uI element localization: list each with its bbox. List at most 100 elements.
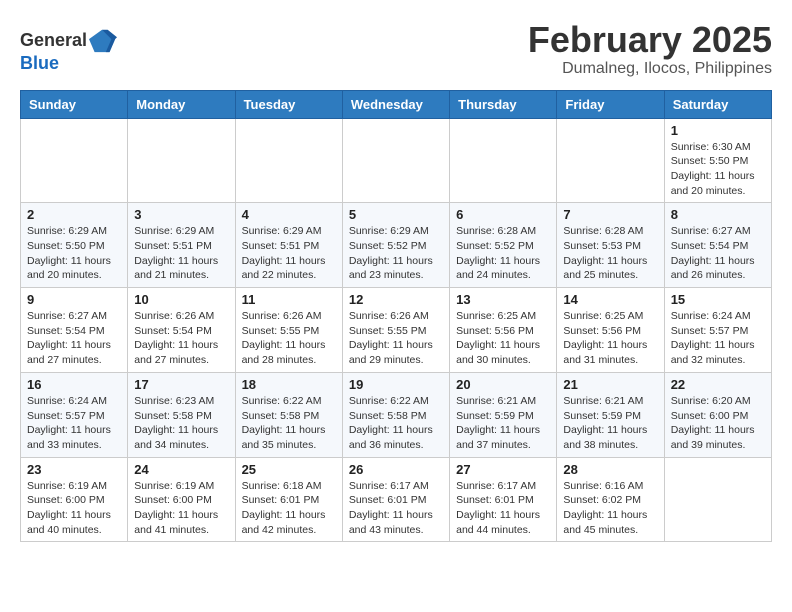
calendar-cell: 19 Sunrise: 6:22 AM Sunset: 5:58 PM Dayli… [342,372,449,457]
day-info: Sunrise: 6:26 AM Sunset: 5:55 PM Dayligh… [242,309,336,368]
day-info: Sunrise: 6:22 AM Sunset: 5:58 PM Dayligh… [349,394,443,453]
calendar-cell: 22 Sunrise: 6:20 AM Sunset: 6:00 PM Dayli… [664,372,771,457]
weekday-header-row: SundayMondayTuesdayWednesdayThursdayFrid… [21,90,772,118]
day-number: 27 [456,462,550,477]
calendar-cell: 9 Sunrise: 6:27 AM Sunset: 5:54 PM Daylig… [21,288,128,373]
calendar-cell: 20Sunrise: 6:21 AM Sunset: 5:59 PM Dayli… [450,372,557,457]
calendar-cell: 6 Sunrise: 6:28 AM Sunset: 5:52 PM Daylig… [450,203,557,288]
calendar-cell: 8 Sunrise: 6:27 AM Sunset: 5:54 PM Daylig… [664,203,771,288]
logo-blue: Blue [20,53,59,73]
day-number: 2 [27,207,121,222]
day-number: 15 [671,292,765,307]
day-number: 7 [563,207,657,222]
day-number: 5 [349,207,443,222]
location-title: Dumalneg, Ilocos, Philippines [528,60,772,78]
day-number: 26 [349,462,443,477]
day-number: 16 [27,377,121,392]
day-number: 17 [134,377,228,392]
day-info: Sunrise: 6:29 AM Sunset: 5:50 PM Dayligh… [27,224,121,283]
title-area: February 2025 Dumalneg, Ilocos, Philippi… [528,20,772,78]
day-number: 21 [563,377,657,392]
calendar-cell: 4Sunrise: 6:29 AM Sunset: 5:51 PM Daylig… [235,203,342,288]
day-number: 3 [134,207,228,222]
day-number: 24 [134,462,228,477]
day-info: Sunrise: 6:24 AM Sunset: 5:57 PM Dayligh… [27,394,121,453]
calendar-cell: 28 Sunrise: 6:16 AM Sunset: 6:02 PM Dayli… [557,457,664,542]
day-number: 19 [349,377,443,392]
calendar-cell: 2 Sunrise: 6:29 AM Sunset: 5:50 PM Daylig… [21,203,128,288]
calendar-cell: 24 Sunrise: 6:19 AM Sunset: 6:00 PM Dayli… [128,457,235,542]
week-row-1: 2 Sunrise: 6:29 AM Sunset: 5:50 PM Daylig… [21,203,772,288]
week-row-2: 9 Sunrise: 6:27 AM Sunset: 5:54 PM Daylig… [21,288,772,373]
day-info: Sunrise: 6:28 AM Sunset: 5:53 PM Dayligh… [563,224,657,283]
day-number: 28 [563,462,657,477]
calendar-cell: 1 Sunrise: 6:30 AM Sunset: 5:50 PM Daylig… [664,118,771,203]
logo-icon [89,26,117,54]
day-info: Sunrise: 6:17 AM Sunset: 6:01 PM Dayligh… [349,479,443,538]
weekday-header-tuesday: Tuesday [235,90,342,118]
day-number: 12 [349,292,443,307]
calendar-cell: 10Sunrise: 6:26 AM Sunset: 5:54 PM Dayli… [128,288,235,373]
logo: General Blue [20,26,117,74]
calendar-cell [450,118,557,203]
weekday-header-saturday: Saturday [664,90,771,118]
day-number: 14 [563,292,657,307]
calendar-cell: 27 Sunrise: 6:17 AM Sunset: 6:01 PM Dayli… [450,457,557,542]
day-info: Sunrise: 6:19 AM Sunset: 6:00 PM Dayligh… [134,479,228,538]
day-info: Sunrise: 6:28 AM Sunset: 5:52 PM Dayligh… [456,224,550,283]
day-info: Sunrise: 6:27 AM Sunset: 5:54 PM Dayligh… [27,309,121,368]
day-info: Sunrise: 6:27 AM Sunset: 5:54 PM Dayligh… [671,224,765,283]
calendar-cell [128,118,235,203]
day-number: 18 [242,377,336,392]
day-info: Sunrise: 6:19 AM Sunset: 6:00 PM Dayligh… [27,479,121,538]
day-number: 9 [27,292,121,307]
day-number: 6 [456,207,550,222]
calendar-cell: 5 Sunrise: 6:29 AM Sunset: 5:52 PM Daylig… [342,203,449,288]
header: General Blue February 2025 Dumalneg, Ilo… [20,20,772,78]
day-info: Sunrise: 6:25 AM Sunset: 5:56 PM Dayligh… [456,309,550,368]
weekday-header-monday: Monday [128,90,235,118]
calendar-cell: 11Sunrise: 6:26 AM Sunset: 5:55 PM Dayli… [235,288,342,373]
calendar-cell: 21Sunrise: 6:21 AM Sunset: 5:59 PM Dayli… [557,372,664,457]
calendar-cell: 26 Sunrise: 6:17 AM Sunset: 6:01 PM Dayli… [342,457,449,542]
day-info: Sunrise: 6:29 AM Sunset: 5:52 PM Dayligh… [349,224,443,283]
day-number: 8 [671,207,765,222]
calendar-cell: 7 Sunrise: 6:28 AM Sunset: 5:53 PM Daylig… [557,203,664,288]
weekday-header-thursday: Thursday [450,90,557,118]
calendar-cell: 13Sunrise: 6:25 AM Sunset: 5:56 PM Dayli… [450,288,557,373]
calendar-cell: 25Sunrise: 6:18 AM Sunset: 6:01 PM Dayli… [235,457,342,542]
calendar-cell: 15 Sunrise: 6:24 AM Sunset: 5:57 PM Dayli… [664,288,771,373]
day-info: Sunrise: 6:16 AM Sunset: 6:02 PM Dayligh… [563,479,657,538]
week-row-4: 23 Sunrise: 6:19 AM Sunset: 6:00 PM Dayli… [21,457,772,542]
calendar-cell: 18Sunrise: 6:22 AM Sunset: 5:58 PM Dayli… [235,372,342,457]
day-info: Sunrise: 6:23 AM Sunset: 5:58 PM Dayligh… [134,394,228,453]
weekday-header-friday: Friday [557,90,664,118]
day-info: Sunrise: 6:18 AM Sunset: 6:01 PM Dayligh… [242,479,336,538]
calendar-body: 1 Sunrise: 6:30 AM Sunset: 5:50 PM Daylig… [21,118,772,542]
calendar-table: SundayMondayTuesdayWednesdayThursdayFrid… [20,90,772,543]
day-info: Sunrise: 6:21 AM Sunset: 5:59 PM Dayligh… [456,394,550,453]
weekday-header-sunday: Sunday [21,90,128,118]
day-number: 23 [27,462,121,477]
day-info: Sunrise: 6:17 AM Sunset: 6:01 PM Dayligh… [456,479,550,538]
calendar-cell: 23 Sunrise: 6:19 AM Sunset: 6:00 PM Dayli… [21,457,128,542]
calendar-cell: 16 Sunrise: 6:24 AM Sunset: 5:57 PM Dayli… [21,372,128,457]
day-info: Sunrise: 6:26 AM Sunset: 5:54 PM Dayligh… [134,309,228,368]
day-info: Sunrise: 6:25 AM Sunset: 5:56 PM Dayligh… [563,309,657,368]
day-number: 1 [671,123,765,138]
day-info: Sunrise: 6:26 AM Sunset: 5:55 PM Dayligh… [349,309,443,368]
calendar-cell: 17 Sunrise: 6:23 AM Sunset: 5:58 PM Dayli… [128,372,235,457]
calendar-cell [21,118,128,203]
day-number: 22 [671,377,765,392]
calendar-cell [342,118,449,203]
day-info: Sunrise: 6:24 AM Sunset: 5:57 PM Dayligh… [671,309,765,368]
calendar-cell [664,457,771,542]
calendar-cell: 12 Sunrise: 6:26 AM Sunset: 5:55 PM Dayli… [342,288,449,373]
day-info: Sunrise: 6:20 AM Sunset: 6:00 PM Dayligh… [671,394,765,453]
day-info: Sunrise: 6:29 AM Sunset: 5:51 PM Dayligh… [134,224,228,283]
week-row-0: 1 Sunrise: 6:30 AM Sunset: 5:50 PM Daylig… [21,118,772,203]
day-info: Sunrise: 6:30 AM Sunset: 5:50 PM Dayligh… [671,140,765,199]
calendar-cell: 3 Sunrise: 6:29 AM Sunset: 5:51 PM Daylig… [128,203,235,288]
calendar-cell: 14 Sunrise: 6:25 AM Sunset: 5:56 PM Dayli… [557,288,664,373]
logo-general: General [20,31,87,49]
